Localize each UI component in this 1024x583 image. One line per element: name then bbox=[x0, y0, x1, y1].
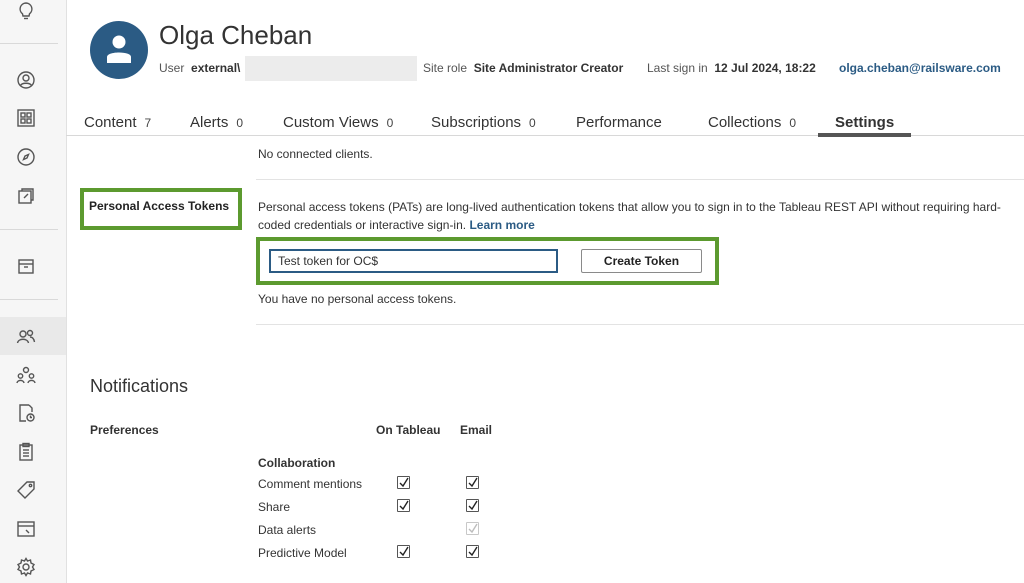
clipboard-icon[interactable] bbox=[15, 441, 37, 463]
pref-row-label: Comment mentions bbox=[258, 477, 363, 491]
grid-icon[interactable] bbox=[15, 107, 37, 129]
users-icon[interactable] bbox=[15, 326, 37, 348]
site-role-value: Site Administrator Creator bbox=[473, 61, 624, 75]
username-value: external\ bbox=[191, 61, 241, 75]
tab-subscriptions[interactable]: Subscriptions 0 bbox=[431, 114, 536, 131]
tab-custom-views[interactable]: Custom Views 0 bbox=[283, 114, 393, 131]
external-link-icon[interactable] bbox=[15, 185, 37, 207]
tab-performance[interactable]: Performance bbox=[576, 114, 662, 131]
active-tab-indicator bbox=[818, 133, 911, 137]
user-circle-icon[interactable] bbox=[15, 69, 37, 91]
tag-icon[interactable] bbox=[15, 479, 37, 501]
last-sign-in-label: Last sign in bbox=[647, 61, 708, 75]
pat-description: Personal access tokens (PATs) are long-l… bbox=[258, 198, 1024, 234]
user-email-link[interactable]: olga.cheban@railsware.com bbox=[839, 61, 1001, 75]
tab-settings[interactable]: Settings bbox=[835, 114, 894, 131]
pat-description-text: Personal access tokens (PATs) are long-l… bbox=[258, 200, 1001, 232]
column-email: Email bbox=[460, 423, 493, 437]
tab-label: Performance bbox=[576, 114, 662, 131]
user-silhouette-icon bbox=[107, 35, 131, 63]
collaboration-group-label: Collaboration bbox=[258, 456, 336, 470]
username-field: User external\ bbox=[159, 61, 240, 75]
preferences-label: Preferences bbox=[90, 423, 159, 437]
pref-row-label: Predictive Model bbox=[258, 546, 347, 560]
site-role-field: Site role Site Administrator Creator bbox=[423, 61, 623, 75]
tab-label: Alerts bbox=[190, 114, 229, 131]
user-name: Olga Cheban bbox=[159, 20, 313, 50]
pref-row-label: Share bbox=[258, 500, 291, 514]
tab-collections[interactable]: Collections 0 bbox=[708, 114, 796, 131]
redacted-username bbox=[245, 56, 417, 81]
share-on-tableau-checkbox[interactable] bbox=[397, 499, 410, 512]
gear-icon[interactable] bbox=[15, 556, 37, 578]
section-divider bbox=[256, 324, 1024, 325]
archive-icon[interactable] bbox=[15, 255, 37, 277]
predictive-model-email-checkbox[interactable] bbox=[466, 545, 479, 558]
connected-clients-text: No connected clients. bbox=[258, 147, 373, 161]
notifications-title: Notifications bbox=[90, 376, 189, 396]
create-token-button[interactable]: Create Token bbox=[581, 249, 702, 273]
tab-label: Settings bbox=[835, 114, 895, 131]
tab-count: 0 bbox=[386, 116, 394, 130]
tab-count: 0 bbox=[236, 116, 244, 130]
comment-mentions-on-tableau-checkbox[interactable] bbox=[397, 476, 410, 489]
left-navigation-rail bbox=[0, 0, 67, 583]
data-alerts-email-checkbox bbox=[466, 522, 479, 535]
predictive-model-on-tableau-checkbox[interactable] bbox=[397, 545, 410, 558]
tab-count: 0 bbox=[789, 116, 797, 130]
lightbulb-icon[interactable] bbox=[15, 0, 37, 22]
groups-icon[interactable] bbox=[15, 364, 37, 386]
section-divider bbox=[256, 179, 1024, 180]
web-window-icon[interactable] bbox=[15, 518, 37, 540]
tab-alerts[interactable]: Alerts 0 bbox=[190, 114, 243, 131]
pref-row-label: Data alerts bbox=[258, 523, 317, 537]
tab-label: Custom Views bbox=[283, 114, 379, 131]
learn-more-link[interactable]: Learn more bbox=[469, 218, 534, 232]
share-email-checkbox[interactable] bbox=[466, 499, 479, 512]
last-sign-in-field: Last sign in 12 Jul 2024, 18:22 bbox=[647, 61, 816, 75]
pat-section-label: Personal Access Tokens bbox=[89, 199, 230, 213]
column-on-tableau: On Tableau bbox=[376, 423, 441, 437]
tab-label: Subscriptions bbox=[431, 114, 522, 131]
comment-mentions-email-checkbox[interactable] bbox=[466, 476, 479, 489]
no-tokens-text: You have no personal access tokens. bbox=[258, 292, 457, 306]
tab-count: 7 bbox=[144, 116, 152, 130]
user-label: User bbox=[159, 61, 185, 75]
tab-label: Content bbox=[84, 114, 137, 131]
compass-icon[interactable] bbox=[15, 146, 37, 168]
tab-content[interactable]: Content 7 bbox=[84, 114, 151, 131]
tab-label: Collections bbox=[708, 114, 782, 131]
site-role-label: Site role bbox=[423, 61, 468, 75]
avatar bbox=[90, 21, 148, 79]
tab-count: 0 bbox=[529, 116, 536, 130]
schedule-icon[interactable] bbox=[15, 402, 37, 424]
token-name-input[interactable] bbox=[269, 249, 558, 273]
last-sign-in-value: 12 Jul 2024, 18:22 bbox=[714, 61, 816, 75]
